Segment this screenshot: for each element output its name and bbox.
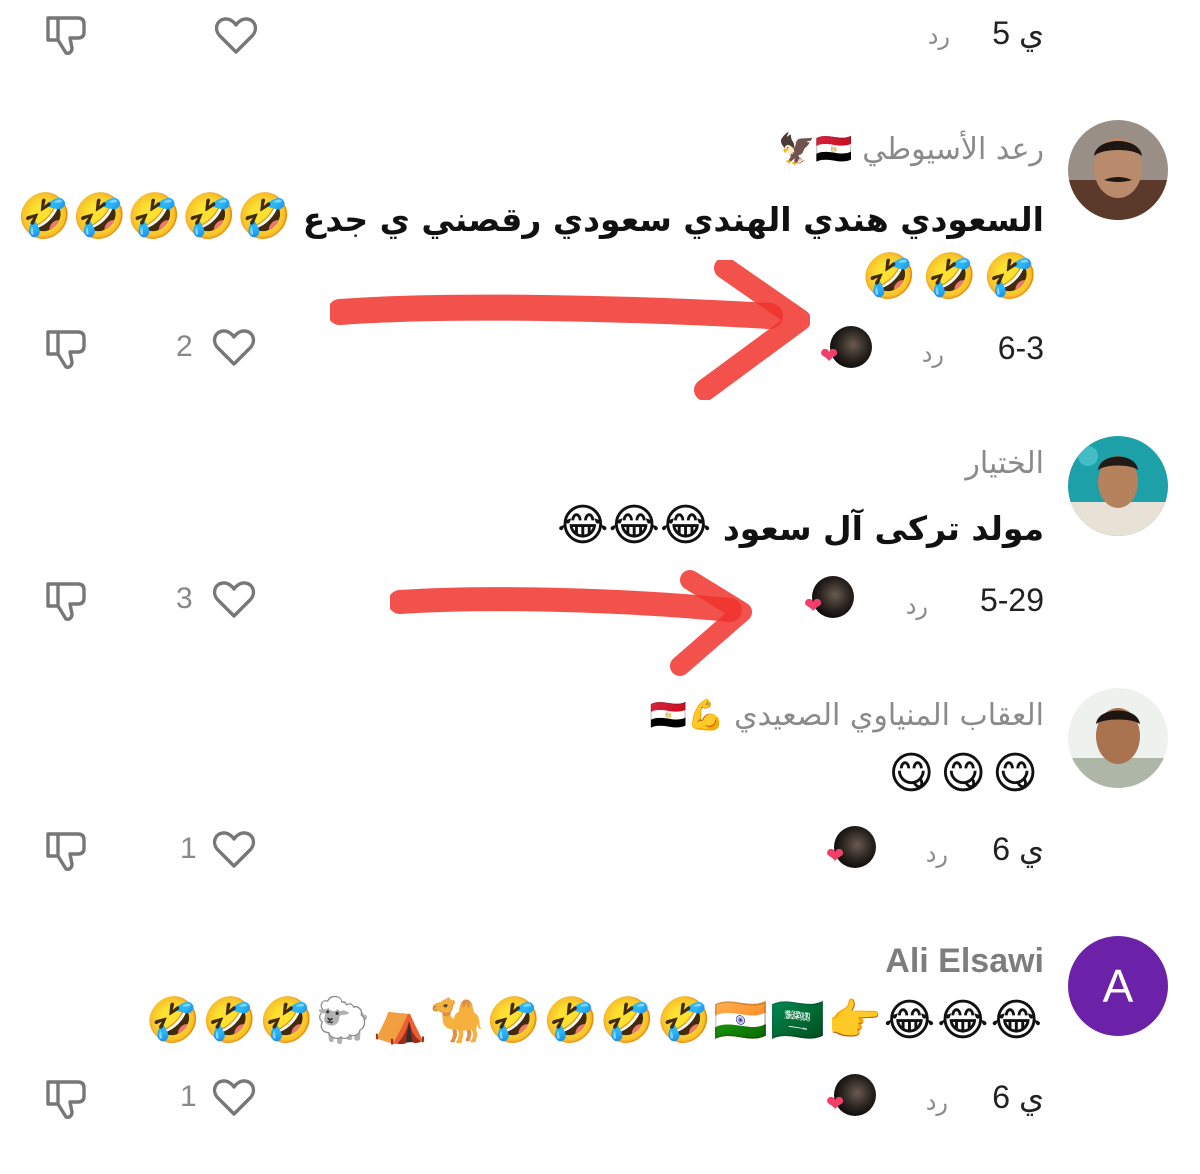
comment-emojis: 😋😋😋	[888, 748, 1044, 799]
heart-badge-icon: ❤	[826, 844, 845, 869]
thumbs-down-icon[interactable]	[42, 324, 90, 372]
comment-text: السعودي هندي الهندي سعودي رقصني ي جدع 🤣🤣…	[17, 190, 1044, 242]
comment-username[interactable]: الختيار	[965, 446, 1044, 481]
comment-username[interactable]: العقاب المنياوي الصعيدي 💪🇪🇬	[650, 698, 1044, 733]
heart-badge-icon: ❤	[804, 594, 823, 619]
comment-text: 😂😂😂👉🇮🇳🇸🇦🤣🤣🤣🤣🐪⛺🐑🤣🤣🤣	[146, 994, 1044, 1046]
heart-badge-icon: ❤	[820, 344, 839, 369]
heart-outline-icon[interactable]	[210, 574, 258, 622]
heart-outline-icon[interactable]	[210, 824, 258, 872]
avatar[interactable]: A	[1068, 936, 1168, 1036]
red-arrow-annotation	[390, 570, 752, 676]
avatar[interactable]	[1068, 688, 1168, 788]
comment-date: 5-29	[979, 582, 1044, 618]
reply-button[interactable]: رد	[906, 592, 928, 620]
comment-meta-row: 6 ي رد ❤ 1	[0, 1066, 1200, 1126]
like-count: 1	[180, 832, 197, 865]
comment-date: 6 ي	[992, 1079, 1044, 1115]
comment-text-line-2: 🤣🤣🤣	[862, 250, 1044, 302]
like-count: 1	[180, 1080, 197, 1113]
comment-emojis: 🤣🤣🤣🤣🤣	[17, 191, 292, 242]
comment-username[interactable]: Ali Elsawi	[885, 942, 1044, 981]
comment-emojis: 😂😂😂👉🇮🇳🇸🇦🤣🤣🤣🤣🐪⛺🐑🤣🤣🤣	[145, 995, 1044, 1046]
comment-meta-row: 6 ي رد ❤ 1	[0, 818, 1200, 878]
comment-username[interactable]: رعد الأسيوطي 🇪🇬🦅	[778, 132, 1044, 167]
avatar[interactable]	[1068, 120, 1168, 220]
comment-text-body: السعودي هندي الهندي سعودي رقصني ي جدع	[302, 200, 1044, 239]
comment-date: 6 ي	[992, 831, 1044, 867]
username-emojis: 💪🇪🇬	[649, 698, 725, 733]
like-count: 3	[176, 582, 193, 615]
heart-outline-icon[interactable]	[212, 10, 260, 58]
thumbs-down-icon[interactable]	[42, 10, 90, 58]
like-count: 2	[176, 330, 193, 363]
heart-badge-icon: ❤	[826, 1092, 845, 1117]
reply-button[interactable]: رد	[928, 22, 950, 50]
comment-emojis: 😂😂😂	[557, 500, 712, 551]
comment-text: 😋😋😋	[888, 748, 1044, 799]
comment-meta-row-top: 5 ي رد	[0, 10, 1200, 70]
comment-text: مولد تركى آل سعود 😂😂😂	[557, 500, 1044, 551]
reply-button[interactable]: رد	[926, 1088, 948, 1116]
username-text: العقاب المنياوي الصعيدي	[734, 698, 1044, 733]
thumbs-down-icon[interactable]	[42, 1074, 90, 1122]
comment-text-body: مولد تركى آل سعود	[722, 509, 1044, 548]
comment-date: 6-3	[997, 330, 1044, 366]
thumbs-down-icon[interactable]	[42, 826, 90, 874]
heart-outline-icon[interactable]	[210, 322, 258, 370]
thumbs-down-icon[interactable]	[42, 576, 90, 624]
reply-button[interactable]: رد	[922, 340, 944, 368]
reply-button[interactable]: رد	[926, 840, 948, 868]
heart-outline-icon[interactable]	[210, 1072, 258, 1120]
comment-date: 5 ي	[992, 15, 1044, 51]
avatar[interactable]	[1068, 436, 1168, 536]
red-arrow-annotation	[330, 260, 810, 400]
comment-emojis: 🤣🤣🤣	[861, 251, 1044, 302]
